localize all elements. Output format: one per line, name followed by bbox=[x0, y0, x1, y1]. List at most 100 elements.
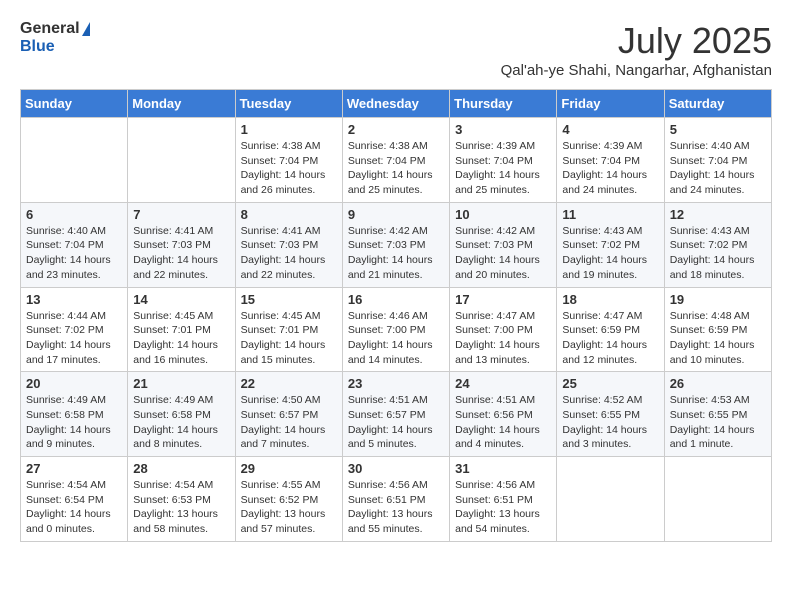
calendar-week-row: 6Sunrise: 4:40 AM Sunset: 7:04 PM Daylig… bbox=[21, 202, 772, 287]
calendar-cell: 15 Sunrise: 4:45 AM Sunset: 7:01 PM Dayli… bbox=[235, 287, 342, 372]
day-info: Sunrise: 4:50 AM Sunset: 6:57 PM Dayligh… bbox=[241, 393, 337, 452]
calendar-week-row: 1 Sunrise: 4:38 AM Sunset: 7:04 PM Daylig… bbox=[21, 118, 772, 203]
day-info: Sunrise: 4:44 AM Sunset: 7:02 PM Dayligh… bbox=[26, 309, 122, 368]
calendar-week-row: 20 Sunrise: 4:49 AM Sunset: 6:58 PM Dayli… bbox=[21, 372, 772, 457]
day-info: Sunrise: 4:55 AM Sunset: 6:52 PM Dayligh… bbox=[241, 478, 337, 537]
calendar-header-tuesday: Tuesday bbox=[235, 90, 342, 118]
day-number: 9 bbox=[348, 207, 444, 222]
calendar-cell: 20Sunrise: 4:49 AM Sunset: 6:58 PM Dayli… bbox=[21, 372, 128, 457]
logo-general-text: General bbox=[20, 20, 80, 38]
calendar-cell: 25 Sunrise: 4:52 AM Sunset: 6:55 PM Dayli… bbox=[557, 372, 664, 457]
day-number: 4 bbox=[562, 122, 658, 137]
day-number: 8 bbox=[241, 207, 337, 222]
calendar-header-row: SundayMondayTuesdayWednesdayThursdayFrid… bbox=[21, 90, 772, 118]
calendar-cell: 19 Sunrise: 4:48 AM Sunset: 6:59 PM Dayli… bbox=[664, 287, 771, 372]
day-number: 21 bbox=[133, 376, 229, 391]
day-info: Sunrise: 4:48 AM Sunset: 6:59 PM Dayligh… bbox=[670, 309, 766, 368]
day-number: 17 bbox=[455, 292, 551, 307]
calendar-cell bbox=[557, 457, 664, 542]
calendar-cell: 9 Sunrise: 4:42 AM Sunset: 7:03 PM Daylig… bbox=[342, 202, 449, 287]
calendar-week-row: 27Sunrise: 4:54 AM Sunset: 6:54 PM Dayli… bbox=[21, 457, 772, 542]
day-info: Sunrise: 4:54 AM Sunset: 6:53 PM Dayligh… bbox=[133, 478, 229, 537]
calendar-cell: 18Sunrise: 4:47 AM Sunset: 6:59 PM Dayli… bbox=[557, 287, 664, 372]
day-info: Sunrise: 4:47 AM Sunset: 7:00 PM Dayligh… bbox=[455, 309, 551, 368]
calendar-header-monday: Monday bbox=[128, 90, 235, 118]
calendar-cell: 31Sunrise: 4:56 AM Sunset: 6:51 PM Dayli… bbox=[450, 457, 557, 542]
day-number: 30 bbox=[348, 461, 444, 476]
calendar-cell: 4Sunrise: 4:39 AM Sunset: 7:04 PM Daylig… bbox=[557, 118, 664, 203]
calendar-cell: 23 Sunrise: 4:51 AM Sunset: 6:57 PM Dayli… bbox=[342, 372, 449, 457]
day-number: 23 bbox=[348, 376, 444, 391]
calendar-cell: 24 Sunrise: 4:51 AM Sunset: 6:56 PM Dayli… bbox=[450, 372, 557, 457]
day-info: Sunrise: 4:38 AM Sunset: 7:04 PM Dayligh… bbox=[348, 139, 444, 198]
day-info: Sunrise: 4:46 AM Sunset: 7:00 PM Dayligh… bbox=[348, 309, 444, 368]
day-info: Sunrise: 4:42 AM Sunset: 7:03 PM Dayligh… bbox=[348, 224, 444, 283]
day-info: Sunrise: 4:39 AM Sunset: 7:04 PM Dayligh… bbox=[455, 139, 551, 198]
day-number: 18 bbox=[562, 292, 658, 307]
day-info: Sunrise: 4:51 AM Sunset: 6:56 PM Dayligh… bbox=[455, 393, 551, 452]
calendar-cell: 22 Sunrise: 4:50 AM Sunset: 6:57 PM Dayli… bbox=[235, 372, 342, 457]
day-info: Sunrise: 4:41 AM Sunset: 7:03 PM Dayligh… bbox=[241, 224, 337, 283]
day-info: Sunrise: 4:41 AM Sunset: 7:03 PM Dayligh… bbox=[133, 224, 229, 283]
day-number: 13 bbox=[26, 292, 122, 307]
day-info: Sunrise: 4:51 AM Sunset: 6:57 PM Dayligh… bbox=[348, 393, 444, 452]
calendar-cell: 1 Sunrise: 4:38 AM Sunset: 7:04 PM Daylig… bbox=[235, 118, 342, 203]
day-number: 1 bbox=[241, 122, 337, 137]
calendar-cell: 16Sunrise: 4:46 AM Sunset: 7:00 PM Dayli… bbox=[342, 287, 449, 372]
day-number: 22 bbox=[241, 376, 337, 391]
location-title: Qal'ah-ye Shahi, Nangarhar, Afghanistan bbox=[501, 62, 772, 79]
calendar-cell: 8 Sunrise: 4:41 AM Sunset: 7:03 PM Daylig… bbox=[235, 202, 342, 287]
calendar-cell: 21 Sunrise: 4:49 AM Sunset: 6:58 PM Dayli… bbox=[128, 372, 235, 457]
day-number: 29 bbox=[241, 461, 337, 476]
month-title: July 2025 bbox=[501, 20, 772, 62]
calendar-table: SundayMondayTuesdayWednesdayThursdayFrid… bbox=[20, 89, 772, 542]
calendar-cell: 30 Sunrise: 4:56 AM Sunset: 6:51 PM Dayli… bbox=[342, 457, 449, 542]
day-info: Sunrise: 4:38 AM Sunset: 7:04 PM Dayligh… bbox=[241, 139, 337, 198]
day-number: 19 bbox=[670, 292, 766, 307]
calendar-cell bbox=[128, 118, 235, 203]
title-block: July 2025 Qal'ah-ye Shahi, Nangarhar, Af… bbox=[501, 20, 772, 79]
day-number: 20 bbox=[26, 376, 122, 391]
day-number: 15 bbox=[241, 292, 337, 307]
calendar-cell: 11 Sunrise: 4:43 AM Sunset: 7:02 PM Dayli… bbox=[557, 202, 664, 287]
day-number: 25 bbox=[562, 376, 658, 391]
day-number: 12 bbox=[670, 207, 766, 222]
calendar-cell: 27Sunrise: 4:54 AM Sunset: 6:54 PM Dayli… bbox=[21, 457, 128, 542]
day-info: Sunrise: 4:43 AM Sunset: 7:02 PM Dayligh… bbox=[562, 224, 658, 283]
day-number: 26 bbox=[670, 376, 766, 391]
day-info: Sunrise: 4:53 AM Sunset: 6:55 PM Dayligh… bbox=[670, 393, 766, 452]
day-info: Sunrise: 4:45 AM Sunset: 7:01 PM Dayligh… bbox=[241, 309, 337, 368]
day-number: 2 bbox=[348, 122, 444, 137]
calendar-cell: 2 Sunrise: 4:38 AM Sunset: 7:04 PM Daylig… bbox=[342, 118, 449, 203]
calendar-header-sunday: Sunday bbox=[21, 90, 128, 118]
day-number: 24 bbox=[455, 376, 551, 391]
day-info: Sunrise: 4:45 AM Sunset: 7:01 PM Dayligh… bbox=[133, 309, 229, 368]
calendar-week-row: 13 Sunrise: 4:44 AM Sunset: 7:02 PM Dayli… bbox=[21, 287, 772, 372]
day-number: 28 bbox=[133, 461, 229, 476]
day-info: Sunrise: 4:40 AM Sunset: 7:04 PM Dayligh… bbox=[26, 224, 122, 283]
calendar-cell: 5 Sunrise: 4:40 AM Sunset: 7:04 PM Daylig… bbox=[664, 118, 771, 203]
day-number: 5 bbox=[670, 122, 766, 137]
day-number: 14 bbox=[133, 292, 229, 307]
day-info: Sunrise: 4:52 AM Sunset: 6:55 PM Dayligh… bbox=[562, 393, 658, 452]
day-info: Sunrise: 4:54 AM Sunset: 6:54 PM Dayligh… bbox=[26, 478, 122, 537]
calendar-cell: 10Sunrise: 4:42 AM Sunset: 7:03 PM Dayli… bbox=[450, 202, 557, 287]
calendar-cell: 13 Sunrise: 4:44 AM Sunset: 7:02 PM Dayli… bbox=[21, 287, 128, 372]
calendar-cell: 26 Sunrise: 4:53 AM Sunset: 6:55 PM Dayli… bbox=[664, 372, 771, 457]
calendar-cell: 6Sunrise: 4:40 AM Sunset: 7:04 PM Daylig… bbox=[21, 202, 128, 287]
day-number: 11 bbox=[562, 207, 658, 222]
day-info: Sunrise: 4:40 AM Sunset: 7:04 PM Dayligh… bbox=[670, 139, 766, 198]
logo-blue-text: Blue bbox=[20, 38, 90, 56]
calendar-cell: 3Sunrise: 4:39 AM Sunset: 7:04 PM Daylig… bbox=[450, 118, 557, 203]
calendar-cell: 28 Sunrise: 4:54 AM Sunset: 6:53 PM Dayli… bbox=[128, 457, 235, 542]
calendar-cell: 17 Sunrise: 4:47 AM Sunset: 7:00 PM Dayli… bbox=[450, 287, 557, 372]
calendar-header-saturday: Saturday bbox=[664, 90, 771, 118]
day-number: 7 bbox=[133, 207, 229, 222]
calendar-cell: 12Sunrise: 4:43 AM Sunset: 7:02 PM Dayli… bbox=[664, 202, 771, 287]
day-number: 31 bbox=[455, 461, 551, 476]
calendar-header-wednesday: Wednesday bbox=[342, 90, 449, 118]
day-info: Sunrise: 4:49 AM Sunset: 6:58 PM Dayligh… bbox=[133, 393, 229, 452]
calendar-header-thursday: Thursday bbox=[450, 90, 557, 118]
calendar-cell: 14 Sunrise: 4:45 AM Sunset: 7:01 PM Dayli… bbox=[128, 287, 235, 372]
day-info: Sunrise: 4:56 AM Sunset: 6:51 PM Dayligh… bbox=[348, 478, 444, 537]
